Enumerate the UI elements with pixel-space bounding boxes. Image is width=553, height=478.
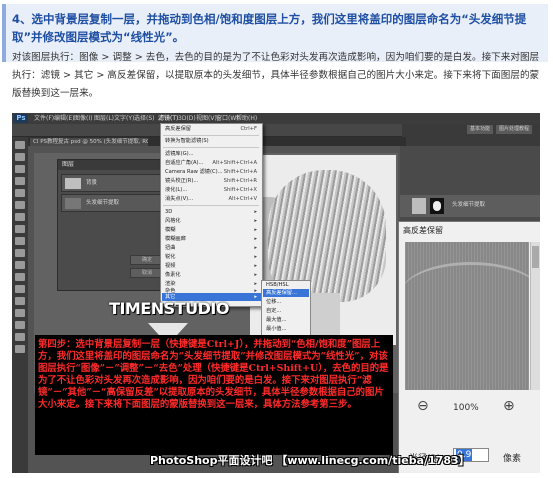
eraser-tool-icon[interactable] xyxy=(15,261,25,269)
menu-item-stylize[interactable]: 风格化 ▸ xyxy=(165,217,259,226)
step-body-text: 对该图层执行：图像 > 调整 > 去色，去色的目的是为了不让色彩对头发再次造成影… xyxy=(12,52,540,99)
menu-item-smart-filter[interactable]: 转换为智能滤镜(S) xyxy=(165,137,259,146)
menu-item-lens-correction[interactable]: 镜头校正(R)... Shift+Ctrl+R xyxy=(165,177,259,186)
submenu-item-minimum[interactable]: 最小值... xyxy=(266,325,287,334)
lasso-tool-icon[interactable] xyxy=(15,165,25,173)
mask-shape xyxy=(433,201,441,211)
menu-divider xyxy=(163,147,259,148)
crop-tool-icon[interactable] xyxy=(15,189,25,197)
watermark: PhotoShop平面设计吧 【www.linecg.com/tieba/178… xyxy=(150,454,470,467)
layer-thumbnail xyxy=(65,198,81,209)
scrollbar-thumb[interactable] xyxy=(532,246,539,268)
menu-type[interactable]: 文字(Y) xyxy=(114,114,134,123)
layer-thumbnail xyxy=(65,178,81,189)
menu-divider xyxy=(163,135,259,136)
layer-row[interactable]: 头发细节提取 xyxy=(61,194,169,212)
layers-panel-title: 图层 xyxy=(58,160,173,170)
shape-tool-icon[interactable] xyxy=(15,345,25,353)
mask-layer-row[interactable]: 头发细节提取 xyxy=(400,195,540,217)
menu-select[interactable]: 选择(S) xyxy=(134,114,155,123)
pen-tool-icon[interactable] xyxy=(15,309,25,317)
blur-tool-icon[interactable] xyxy=(15,285,25,293)
workspace-tutorial-button[interactable]: 图片处理教程 xyxy=(496,125,533,134)
mask-layer-name: 头发细节提取 xyxy=(452,202,486,208)
zoom-out-icon[interactable]: ⊖ xyxy=(417,398,429,414)
menu-view[interactable]: 视图(V) xyxy=(196,114,217,123)
quick-select-tool-icon[interactable] xyxy=(15,177,25,185)
photoshop-screenshot: Ps 文件(F) 编辑(E) 图像(I) 图层(L) 文字(Y) 选择(S) 滤… xyxy=(12,113,540,473)
submenu-item-maximum[interactable]: 最大值... xyxy=(266,316,287,325)
preview-hair-edge xyxy=(405,262,529,325)
menu-item-3d[interactable]: 3D ▸ xyxy=(165,208,259,217)
clone-stamp-tool-icon[interactable] xyxy=(15,237,25,245)
layer-name: 背景 xyxy=(86,180,98,186)
type-tool-icon[interactable] xyxy=(15,321,25,329)
menu-item-last-filter[interactable]: 高反差保留 Ctrl+F xyxy=(165,125,259,134)
menu-help[interactable]: 帮助(H) xyxy=(236,114,257,123)
menu-divider xyxy=(163,205,259,206)
menu-item-filter-gallery[interactable]: 滤镜库(G)... xyxy=(165,150,259,159)
menu-item-blur[interactable]: 模糊 ▸ xyxy=(165,226,259,235)
logo-text: TIMENSTUDIO xyxy=(109,299,229,318)
document-tab[interactable]: CI PS教程复古 psd @ 50% (头发细节提取, RGB/8) xyxy=(30,138,148,146)
radius-unit: 像素 xyxy=(503,454,522,464)
menu-item-video[interactable]: 视频 ▸ xyxy=(165,262,259,271)
dialog-title: 高反差保留 xyxy=(403,226,443,235)
preview-scrollbar[interactable] xyxy=(530,242,540,390)
menu-image[interactable]: 图像(I) xyxy=(74,114,92,123)
filter-menu-dropdown: 高反差保留 Ctrl+F 转换为智能滤镜(S) 滤镜库(G)... 自适应广角(A… xyxy=(160,123,263,307)
history-brush-tool-icon[interactable] xyxy=(15,249,25,257)
menu-item-sharpen[interactable]: 锐化 ▸ xyxy=(165,253,259,262)
menu-edit[interactable]: 编辑(E) xyxy=(54,114,74,123)
menu-layer[interactable]: 图层(L) xyxy=(94,114,114,123)
ps-toolbar xyxy=(12,137,28,473)
menu-item-camera-raw[interactable]: Camera Raw 滤镜(C)... Shift+Ctrl+A xyxy=(165,168,259,177)
step-title: 4、选中背景层复制一层，并拖动到色相/饱和度图层上方，我们这里将盖印的图层命名为… xyxy=(12,12,527,44)
brush-tool-icon[interactable] xyxy=(15,225,25,233)
studio-logo: TIMENSTUDIO xyxy=(104,299,234,345)
layer-row[interactable]: 背景 xyxy=(61,174,169,192)
workspace-basic-button[interactable]: 基本功能 xyxy=(467,125,494,134)
layer-thumbnail xyxy=(412,198,426,214)
menu-item-blur-gallery[interactable]: 模糊画廊 ▸ xyxy=(165,235,259,244)
submenu-item-offset[interactable]: 位移... xyxy=(266,298,281,307)
high-pass-dialog: 高反差保留 ⊖ 100% ⊕ 半径(R): 0.9 像素 xyxy=(398,221,540,473)
menu-3d[interactable]: 3D(D) xyxy=(178,114,196,123)
menu-item-liquify[interactable]: 液化(L)... Shift+Ctrl+X xyxy=(165,186,259,195)
menu-item-vanishing-point[interactable]: 消失点(V)... Alt+Ctrl+V xyxy=(165,195,259,204)
filter-preview[interactable] xyxy=(405,242,529,390)
menu-file[interactable]: 文件(F) xyxy=(34,114,54,123)
layer-name: 头发细节提取 xyxy=(86,200,120,206)
layers-panel: 图层 背景 头发细节提取 确定 取消 xyxy=(57,159,174,291)
menu-item-distort[interactable]: 扭曲 ▸ xyxy=(165,244,259,253)
menu-filter[interactable]: 滤镜(T) xyxy=(158,114,178,123)
healing-brush-tool-icon[interactable] xyxy=(15,213,25,221)
zoom-in-icon[interactable]: ⊕ xyxy=(503,398,515,414)
layers-ok-button[interactable]: 确定 xyxy=(130,255,164,265)
mask-thumbnail xyxy=(430,198,444,214)
menu-item-adaptive-wide-angle[interactable]: 自适应广角(A)... Alt+Shift+Ctrl+A xyxy=(165,159,259,168)
path-select-tool-icon[interactable] xyxy=(15,333,25,341)
zoom-level: 100% xyxy=(453,403,479,413)
layers-cancel-button[interactable]: 取消 xyxy=(130,268,164,278)
move-tool-icon[interactable] xyxy=(15,141,25,149)
submenu-item-high-pass[interactable]: 高反差保留... xyxy=(266,289,297,298)
eyedropper-tool-icon[interactable] xyxy=(15,201,25,209)
ps-logo: Ps xyxy=(14,114,28,123)
marquee-tool-icon[interactable] xyxy=(15,153,25,161)
dodge-tool-icon[interactable] xyxy=(15,297,25,305)
submenu-item-custom[interactable]: 自定... xyxy=(266,307,281,316)
menu-item-pixelate[interactable]: 像素化 ▸ xyxy=(165,271,259,280)
tutorial-caption: 第四步：选中背景层复制一层（快捷键是Ctrl+J），并拖动到“色相/饱和度”图层… xyxy=(38,339,389,411)
gradient-tool-icon[interactable] xyxy=(15,273,25,281)
